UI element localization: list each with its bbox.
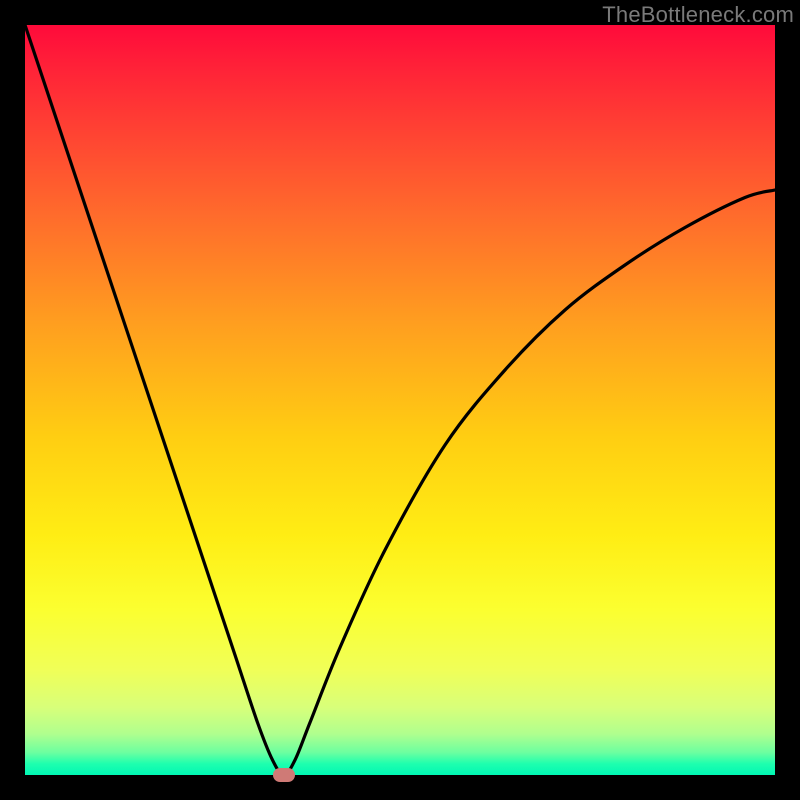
bottleneck-curve <box>25 25 775 775</box>
watermark-text: TheBottleneck.com <box>602 2 794 28</box>
chart-frame <box>25 25 775 775</box>
minimum-marker <box>273 768 295 782</box>
